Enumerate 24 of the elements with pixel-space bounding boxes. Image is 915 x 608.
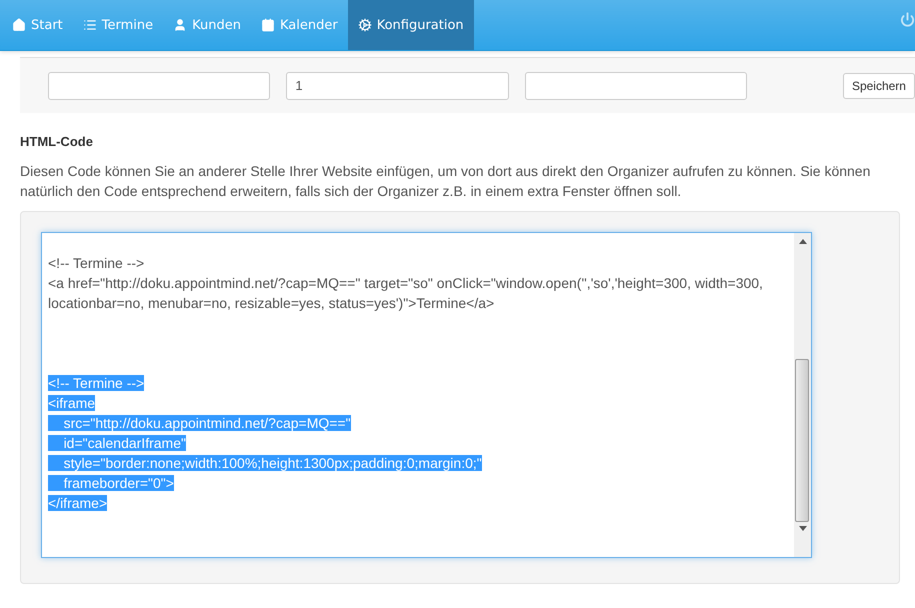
calendar-icon xyxy=(260,18,275,32)
scroll-up-icon[interactable] xyxy=(798,239,806,244)
code-line: <a href="http://doku.appointmind.net/?cap=MQ==" target="so" onClick="window.open('','so','height=300, width=300, locationbar=no, menubar=no, resizable=yes, status=yes')">Termine</a> xyxy=(48,275,764,311)
scroll-down-icon[interactable] xyxy=(798,526,806,531)
nav-tab[interactable]: Termine xyxy=(72,0,164,50)
gear-icon xyxy=(358,18,372,32)
user-icon xyxy=(173,18,188,32)
power-icon[interactable] xyxy=(900,12,915,27)
input-field[interactable] xyxy=(48,72,270,100)
code-line: <!-- Termine --> xyxy=(48,255,144,271)
save-button[interactable]: Speichern xyxy=(842,72,915,98)
nav-tab[interactable]: Kunden xyxy=(163,0,251,50)
input-field[interactable]: 1 xyxy=(286,72,509,100)
description: Diesen Code können Sie an anderer Stelle Ihrer Website einfügen, um von dort aus direkt den Organizer aufrufen zu können. Sie können natürlich den Code entsprechend erweitern, falls sich der Organizer z.B. in einem extra Fenster öffnen soll. xyxy=(20,162,872,201)
scroll-thumb[interactable] xyxy=(795,359,809,522)
input-field[interactable] xyxy=(524,72,747,100)
nav-tab[interactable]: Kalender xyxy=(250,0,348,50)
list-icon xyxy=(82,18,97,32)
nav-tab[interactable]: Konfiguration xyxy=(348,0,474,50)
code-textarea[interactable] xyxy=(41,232,812,558)
nav-tab[interactable]: Start xyxy=(0,0,73,50)
scrollbar[interactable] xyxy=(794,233,811,557)
home-icon xyxy=(12,18,26,32)
section-title: HTML-Code xyxy=(20,134,94,149)
